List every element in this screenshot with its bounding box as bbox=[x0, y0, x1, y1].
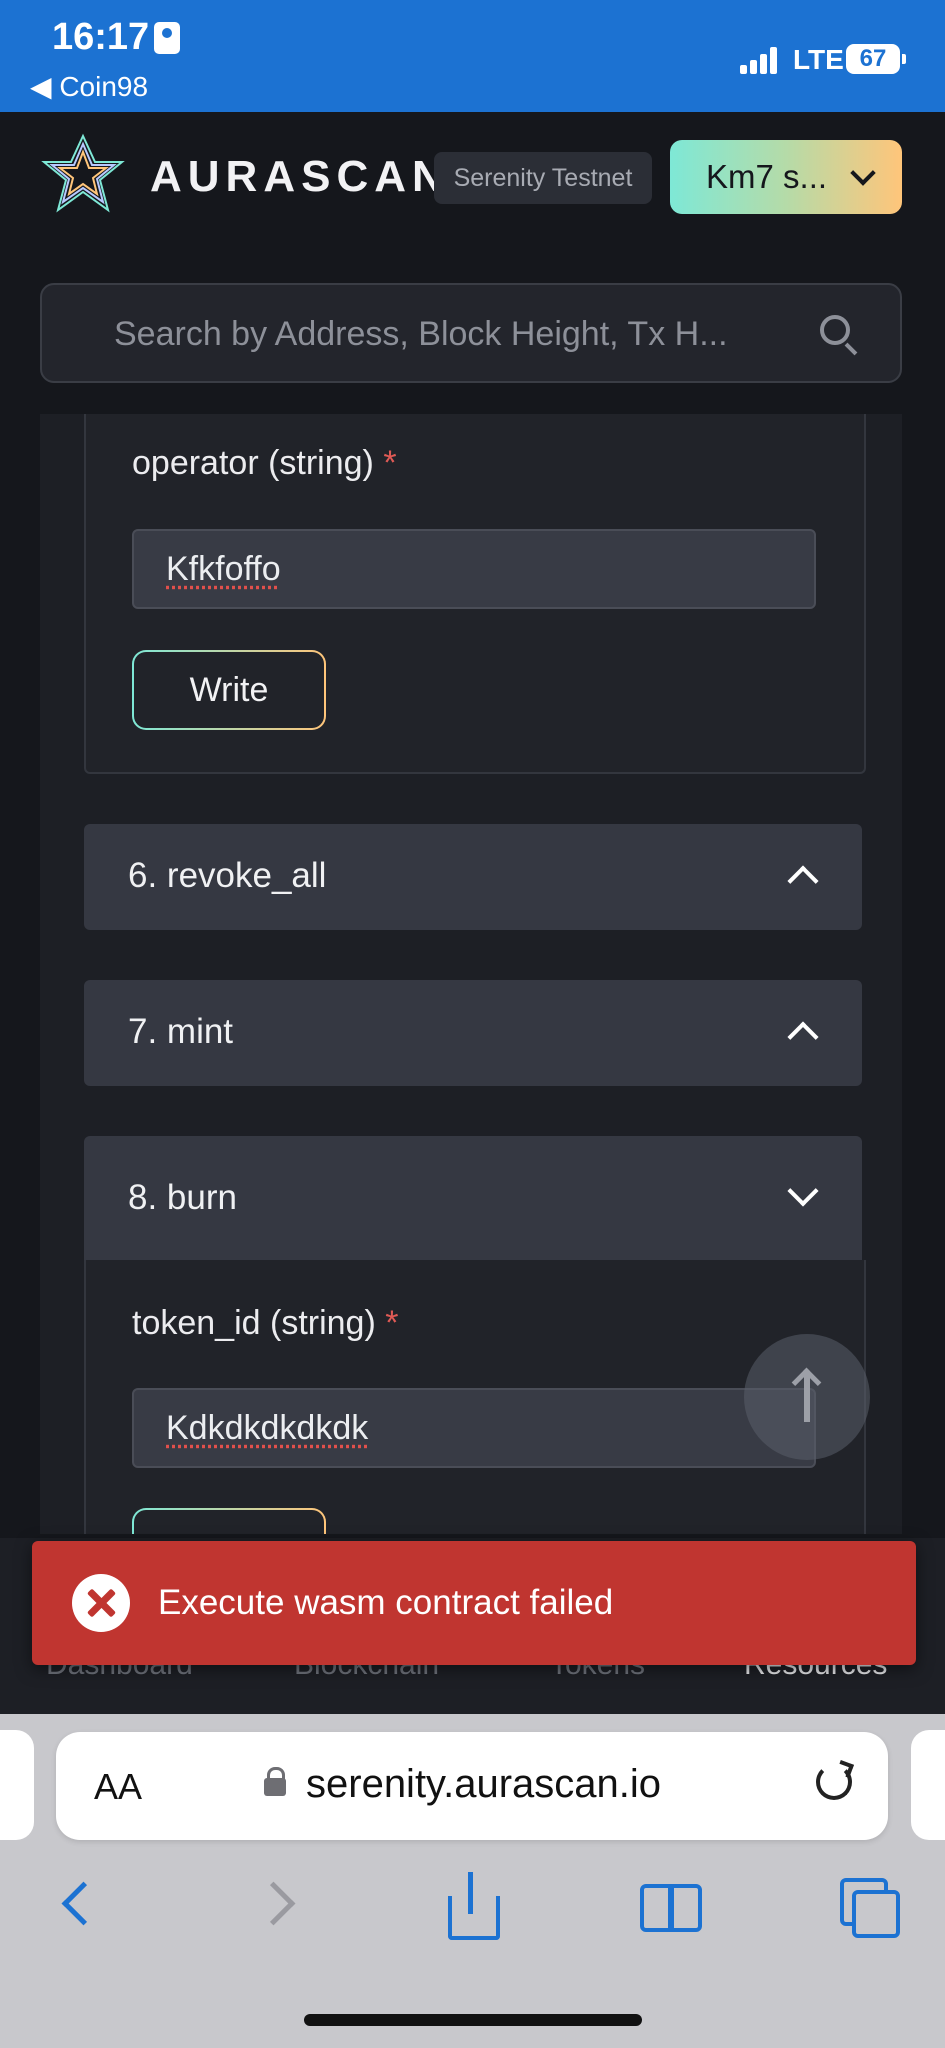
wallet-button[interactable]: Km7 s... bbox=[670, 140, 902, 214]
function-title: 8. burn bbox=[128, 1178, 237, 1217]
address-bar[interactable]: AA serenity.aurascan.io bbox=[56, 1732, 888, 1840]
network-type: LTE bbox=[793, 44, 844, 75]
operator-field-label: operator (string) * bbox=[132, 444, 397, 482]
bookmarks-icon[interactable] bbox=[638, 1874, 702, 1934]
write-button[interactable]: Write bbox=[132, 1508, 326, 1534]
operator-input[interactable]: Kfkfoffo bbox=[132, 529, 816, 609]
signal-icon bbox=[740, 46, 780, 74]
search-placeholder: Search by Address, Block Height, Tx H... bbox=[114, 315, 728, 353]
search-input[interactable]: Search by Address, Block Height, Tx H... bbox=[40, 283, 902, 383]
url-text[interactable]: serenity.aurascan.io bbox=[306, 1762, 661, 1807]
reload-icon[interactable] bbox=[816, 1764, 852, 1800]
token-id-input[interactable]: Kdkdkdkdkdk bbox=[132, 1388, 816, 1468]
toast-message: Execute wasm contract failed bbox=[158, 1583, 614, 1622]
id-card-icon bbox=[154, 22, 180, 54]
reader-settings-button[interactable]: AA bbox=[94, 1766, 142, 1808]
status-bar: 16:17 ◀ Coin98 LTE 67 bbox=[0, 0, 945, 112]
battery-icon: 67 bbox=[846, 44, 906, 74]
home-indicator bbox=[304, 2014, 642, 2026]
function-mint[interactable]: 7. mint bbox=[84, 980, 862, 1086]
function-title: 7. mint bbox=[128, 1012, 234, 1051]
next-tab-preview[interactable] bbox=[911, 1730, 945, 1840]
browser-toolbar: AA serenity.aurascan.io bbox=[0, 1714, 945, 2048]
previous-tab-preview[interactable] bbox=[0, 1730, 34, 1840]
chevron-up-icon bbox=[787, 1021, 819, 1053]
required-mark: * bbox=[385, 1304, 399, 1342]
chevron-up-icon bbox=[787, 865, 819, 897]
site-header: AURASCAN Serenity Testnet Km7 s... Searc… bbox=[0, 112, 945, 412]
search-icon[interactable] bbox=[820, 315, 850, 345]
function-revoke-all[interactable]: 6. revoke_all bbox=[84, 824, 862, 930]
tabs-icon[interactable] bbox=[838, 1874, 900, 1938]
function-panel-operator: operator (string) * Kfkfoffo Write bbox=[84, 414, 866, 774]
chevron-down-icon bbox=[787, 1175, 819, 1207]
scroll-to-top-button[interactable] bbox=[744, 1334, 870, 1460]
function-title: 6. revoke_all bbox=[128, 856, 327, 895]
required-mark: * bbox=[383, 444, 397, 482]
brand-name: AURASCAN bbox=[150, 152, 450, 201]
back-arrow-icon[interactable] bbox=[52, 1874, 112, 1934]
share-icon[interactable] bbox=[444, 1872, 504, 1940]
function-burn[interactable]: 8. burn bbox=[84, 1136, 862, 1262]
error-toast[interactable]: Execute wasm contract failed bbox=[32, 1541, 916, 1665]
network-badge: Serenity Testnet bbox=[434, 152, 652, 204]
lock-icon bbox=[264, 1767, 286, 1796]
back-to-app-link[interactable]: ◀ Coin98 bbox=[30, 70, 148, 103]
chevron-down-icon bbox=[850, 160, 876, 186]
aurascan-logo-icon[interactable] bbox=[40, 132, 126, 218]
write-button[interactable]: Write bbox=[132, 650, 326, 730]
wallet-label: Km7 s... bbox=[706, 158, 828, 195]
token-id-field-label: token_id (string) * bbox=[132, 1304, 399, 1342]
forward-arrow-icon[interactable] bbox=[248, 1874, 308, 1934]
clock: 16:17 bbox=[52, 16, 150, 58]
error-icon bbox=[72, 1574, 130, 1632]
